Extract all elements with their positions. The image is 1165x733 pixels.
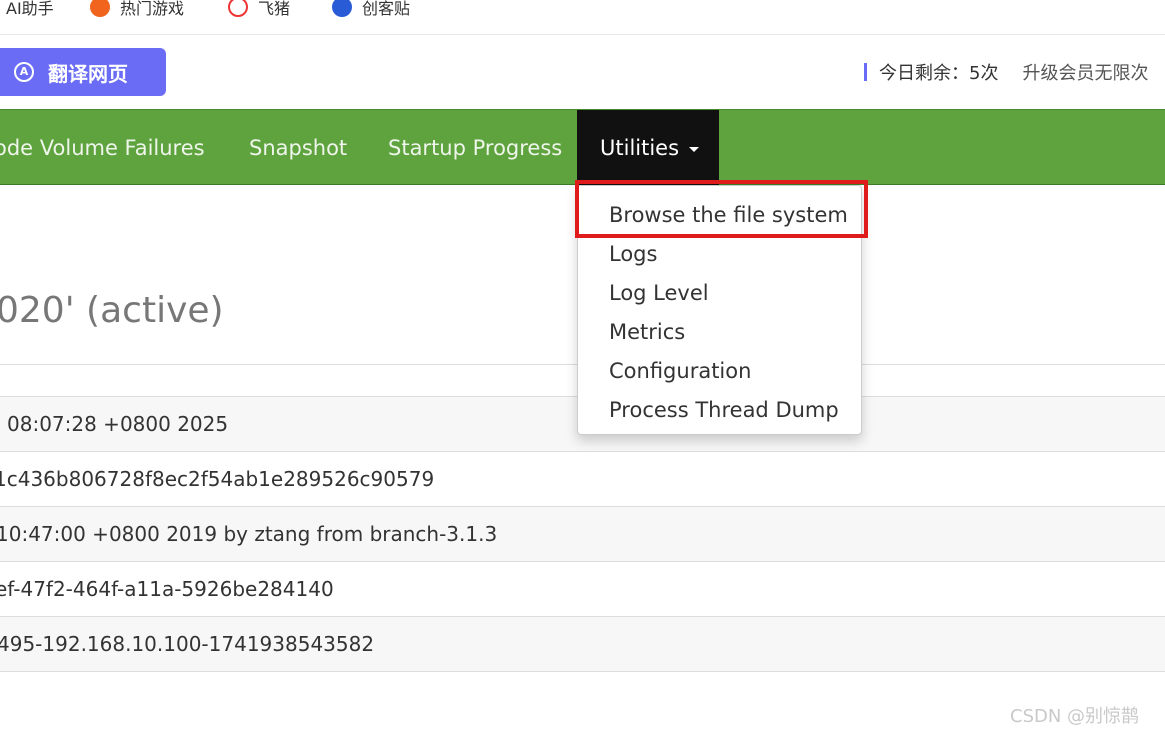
bookmark-label: 创客贴 [362,0,411,18]
fliggy-icon [228,0,248,17]
table-row: 495-192.168.10.100-1741938543582 [0,617,1165,672]
nav-snapshot[interactable]: Snapshot [249,110,347,185]
nav-utilities-dropdown[interactable]: Utilities [577,110,719,185]
chuangkit-icon [332,0,352,17]
table-row: 1c436b806728f8ec2f54ab1e289526c90579 [0,452,1165,507]
table-cell-cluster-id: ef-47f2-464f-a11a-5926be284140 [0,577,334,601]
navbar: ode Volume Failures Snapshot Startup Pro… [0,109,1165,185]
page-title: 020' (active) [0,290,224,331]
menu-item-log-level[interactable]: Log Level [609,273,709,312]
menu-item-logs[interactable]: Logs [609,234,657,273]
bookmark-label: AI助手 [6,0,54,18]
menu-item-process-thread-dump[interactable]: Process Thread Dump [609,390,839,429]
table-row: ef-47f2-464f-a11a-5926be284140 [0,562,1165,617]
table-cell-version: 1c436b806728f8ec2f54ab1e289526c90579 [0,467,435,491]
translate-icon: A [14,62,34,82]
table-cell-block-pool-id: 495-192.168.10.100-1741938543582 [0,632,375,656]
menu-item-configuration[interactable]: Configuration [609,351,751,390]
bookmark-fliggy[interactable]: 飞猪 [228,0,290,18]
table-cell-started: 08:07:28 +0800 2025 [7,412,229,436]
game-icon [90,0,110,17]
bookmark-ai-assistant[interactable]: AI助手 [6,0,54,18]
menu-item-metrics[interactable]: Metrics [609,312,685,351]
nav-utilities-label: Utilities [600,135,680,160]
bookmark-chuangkit[interactable]: 创客贴 [332,0,410,18]
translate-button-label: 翻译网页 [48,61,128,86]
bookmark-label: 热门游戏 [120,0,185,18]
translate-quota: 今日剩余：5次 升级会员无限次 [864,60,1148,84]
watermark: CSDN @别惊鹊 [1010,706,1140,727]
quota-label: 今日剩余：5次 [879,63,999,84]
translate-page-button[interactable]: A 翻译网页 [0,48,166,96]
quota-accent-bar [864,63,867,81]
nav-startup-progress[interactable]: Startup Progress [388,110,562,185]
bookmark-hot-games[interactable]: 热门游戏 [90,0,184,18]
bookmark-label: 飞猪 [258,0,291,18]
upgrade-link[interactable]: 升级会员无限次 [1022,59,1148,85]
highlight-annotation-box [575,180,868,238]
nav-datanode-volume-failures[interactable]: ode Volume Failures [0,110,205,185]
bookmarks-bar: AI助手 热门游戏 飞猪 创客贴 [0,0,1165,35]
table-row: 10:47:00 +0800 2019 by ztang from branch… [0,507,1165,562]
caret-down-icon [689,147,700,152]
table-cell-compiled: 10:47:00 +0800 2019 by ztang from branch… [0,522,498,546]
